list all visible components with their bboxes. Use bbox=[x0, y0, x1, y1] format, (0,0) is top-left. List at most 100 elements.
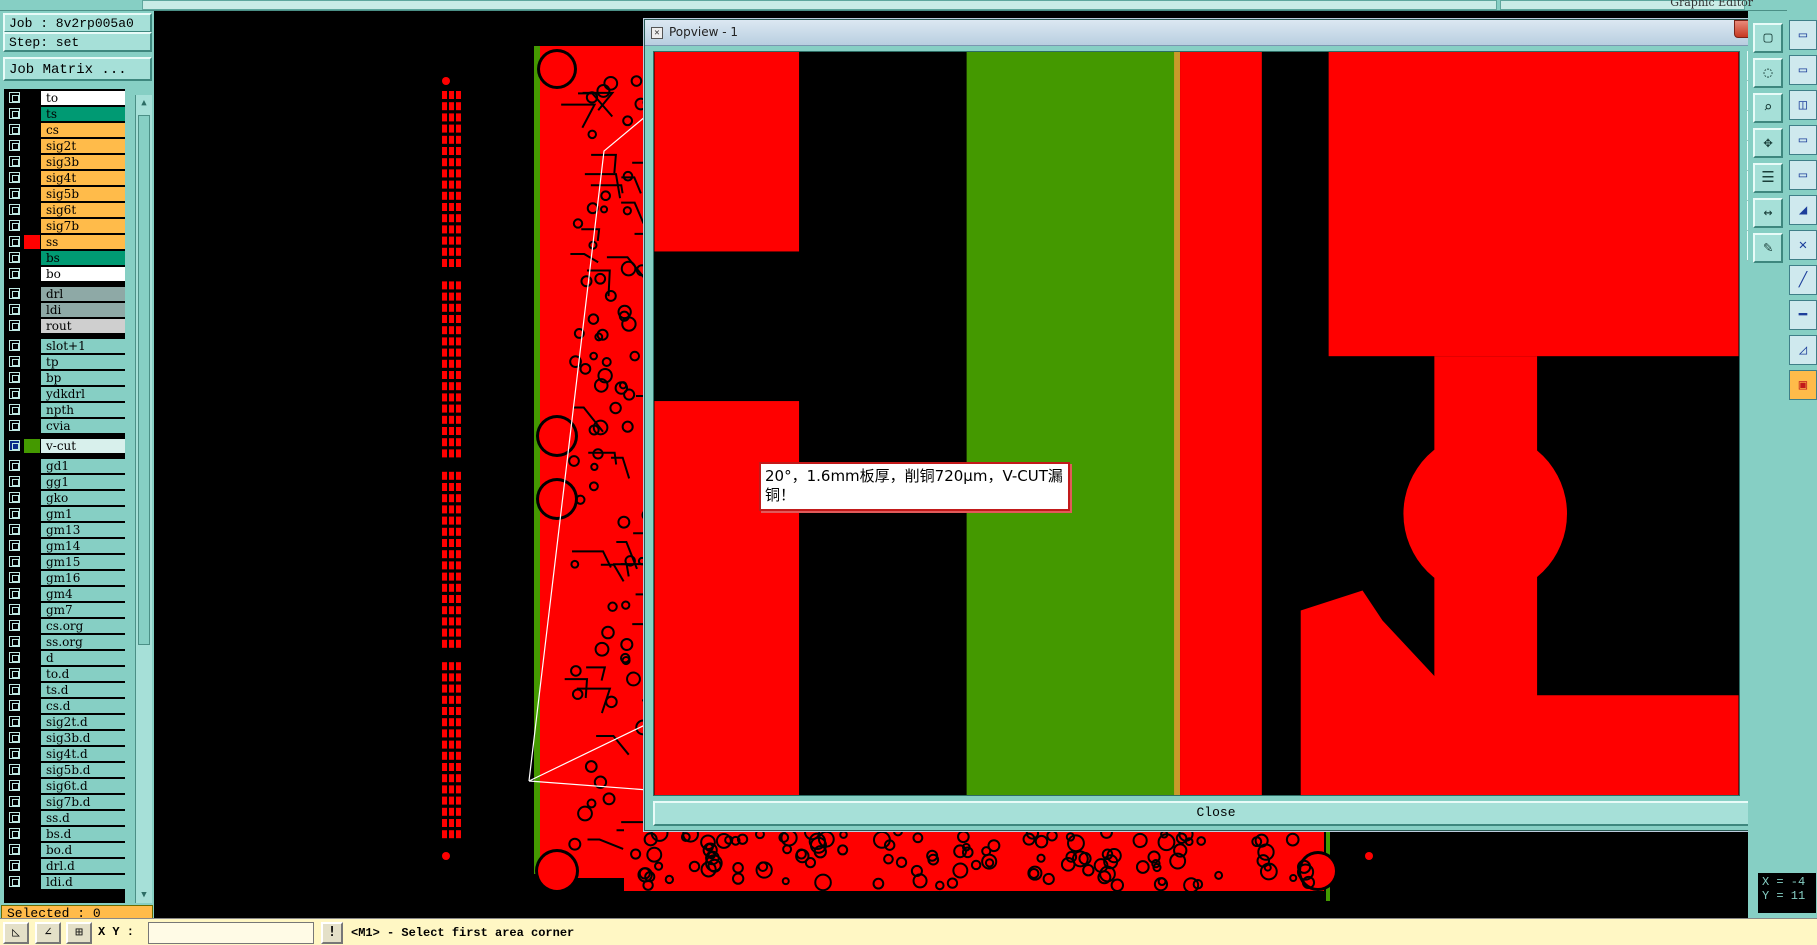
layer-row-cs-d[interactable]: cs.d bbox=[4, 698, 125, 714]
scroll-thumb[interactable] bbox=[138, 115, 150, 645]
layer-row-sig3b[interactable]: sig3b bbox=[4, 154, 125, 170]
layer-checkbox[interactable] bbox=[9, 828, 20, 839]
layer-row-gg1[interactable]: gg1 bbox=[4, 474, 125, 490]
layer-row-gm4[interactable]: gm4 bbox=[4, 586, 125, 602]
layer-row-d[interactable]: d bbox=[4, 650, 125, 666]
layer-row-ss-org[interactable]: ss.org bbox=[4, 634, 125, 650]
warning-icon[interactable]: ! bbox=[321, 922, 343, 944]
layer-row-tp[interactable]: tp bbox=[4, 354, 125, 370]
layer-row-sig2t-d[interactable]: sig2t.d bbox=[4, 714, 125, 730]
layer-row-bo[interactable]: bo bbox=[4, 266, 125, 282]
layer-row-sig7b-d[interactable]: sig7b.d bbox=[4, 794, 125, 810]
layer-checkbox[interactable] bbox=[9, 140, 20, 151]
edge-tool-2-icon[interactable]: ▭ bbox=[1789, 55, 1817, 85]
layer-checkbox[interactable] bbox=[9, 636, 20, 647]
layer-row-sig2t[interactable]: sig2t bbox=[4, 138, 125, 154]
layer-row-bo-d[interactable]: bo.d bbox=[4, 842, 125, 858]
select-tool-icon[interactable]: ◺ bbox=[3, 922, 29, 944]
scroll-down-icon[interactable]: ▼ bbox=[137, 888, 151, 902]
layer-checkbox[interactable] bbox=[9, 492, 20, 503]
scroll-up-icon[interactable]: ▲ bbox=[137, 96, 151, 110]
layer-row-bs-d[interactable]: bs.d bbox=[4, 826, 125, 842]
layer-checkbox[interactable] bbox=[9, 716, 20, 727]
layer-checkbox[interactable] bbox=[9, 812, 20, 823]
popview-canvas[interactable] bbox=[653, 51, 1740, 796]
layer-checkbox[interactable] bbox=[9, 320, 20, 331]
xy-input[interactable] bbox=[148, 922, 314, 944]
layer-row-sig7b[interactable]: sig7b bbox=[4, 218, 125, 234]
layer-row-sig3b-d[interactable]: sig3b.d bbox=[4, 730, 125, 746]
job-matrix-button[interactable]: Job Matrix ... bbox=[3, 57, 152, 81]
layer-row-slot-1[interactable]: slot+1 bbox=[4, 338, 125, 354]
edge-tool-11-icon[interactable]: ▣ bbox=[1789, 370, 1817, 400]
layer-row-ts[interactable]: ts bbox=[4, 106, 125, 122]
layer-checkbox[interactable] bbox=[9, 268, 20, 279]
layer-row-ts-d[interactable]: ts.d bbox=[4, 682, 125, 698]
layer-row-drl[interactable]: drl bbox=[4, 286, 125, 302]
layer-icon[interactable]: ☰ bbox=[1753, 163, 1783, 193]
edge-tool-9-icon[interactable]: ━ bbox=[1789, 300, 1817, 330]
layer-checkbox[interactable] bbox=[9, 156, 20, 167]
layer-row-gm7[interactable]: gm7 bbox=[4, 602, 125, 618]
layer-row-ss-d[interactable]: ss.d bbox=[4, 810, 125, 826]
layer-checkbox[interactable] bbox=[9, 524, 20, 535]
popview-titlebar[interactable]: ✕ Popview - 1 ✕ bbox=[645, 20, 1782, 46]
layer-checkbox[interactable] bbox=[9, 764, 20, 775]
layer-checkbox[interactable] bbox=[9, 204, 20, 215]
edge-tool-7-icon[interactable]: ✕ bbox=[1789, 230, 1817, 260]
layer-checkbox[interactable] bbox=[9, 108, 20, 119]
snap-grid-icon[interactable]: ⊞ bbox=[66, 922, 92, 944]
layer-row-sig4t[interactable]: sig4t bbox=[4, 170, 125, 186]
layer-checkbox[interactable] bbox=[9, 508, 20, 519]
edge-tool-1-icon[interactable]: ▭ bbox=[1789, 20, 1817, 50]
layer-checkbox[interactable] bbox=[9, 540, 20, 551]
close-button[interactable]: Close bbox=[653, 801, 1779, 826]
layer-row-ldi-d[interactable]: ldi.d bbox=[4, 874, 125, 890]
layer-row-gm16[interactable]: gm16 bbox=[4, 570, 125, 586]
layer-checkbox[interactable] bbox=[9, 652, 20, 663]
layer-row-sig4t-d[interactable]: sig4t.d bbox=[4, 746, 125, 762]
layer-row-ydkdrl[interactable]: ydkdrl bbox=[4, 386, 125, 402]
layer-row-to[interactable]: to bbox=[4, 90, 125, 106]
edge-tool-10-icon[interactable]: ◿ bbox=[1789, 335, 1817, 365]
select-icon[interactable]: ▢ bbox=[1753, 23, 1783, 53]
top-scrollbar[interactable] bbox=[142, 0, 1497, 10]
layer-checkbox[interactable] bbox=[9, 684, 20, 695]
layer-row-cvia[interactable]: cvia bbox=[4, 418, 125, 434]
layer-checkbox[interactable] bbox=[9, 388, 20, 399]
layer-row-gm13[interactable]: gm13 bbox=[4, 522, 125, 538]
layer-row-rout[interactable]: rout bbox=[4, 318, 125, 334]
measure-tool-icon[interactable]: ∠ bbox=[35, 922, 61, 944]
layer-checkbox[interactable] bbox=[9, 876, 20, 887]
layer-checkbox[interactable] bbox=[9, 220, 20, 231]
layer-checkbox[interactable] bbox=[9, 620, 20, 631]
edge-tool-4-icon[interactable]: ▭ bbox=[1789, 125, 1817, 155]
layer-checkbox[interactable] bbox=[9, 356, 20, 367]
layer-row-ldi[interactable]: ldi bbox=[4, 302, 125, 318]
layer-checkbox[interactable] bbox=[9, 588, 20, 599]
layer-checkbox[interactable] bbox=[9, 572, 20, 583]
layer-row-gm15[interactable]: gm15 bbox=[4, 554, 125, 570]
edge-tool-8-icon[interactable]: ╱ bbox=[1789, 265, 1817, 295]
layer-row-sig6t[interactable]: sig6t bbox=[4, 202, 125, 218]
layer-checkbox[interactable] bbox=[9, 188, 20, 199]
layer-row-v-cut[interactable]: v-cut bbox=[4, 438, 125, 454]
layer-row-gm1[interactable]: gm1 bbox=[4, 506, 125, 522]
layer-row-to-d[interactable]: to.d bbox=[4, 666, 125, 682]
layer-checkbox[interactable] bbox=[9, 404, 20, 415]
measure-icon[interactable]: ↔ bbox=[1753, 198, 1783, 228]
layer-row-gko[interactable]: gko bbox=[4, 490, 125, 506]
layer-checkbox[interactable] bbox=[9, 372, 20, 383]
layer-checkbox[interactable] bbox=[9, 124, 20, 135]
layer-checkbox[interactable] bbox=[9, 340, 20, 351]
edge-tool-5-icon[interactable]: ▭ bbox=[1789, 160, 1817, 190]
layer-checkbox[interactable] bbox=[9, 236, 20, 247]
layer-checkbox[interactable] bbox=[9, 668, 20, 679]
edge-tool-3-icon[interactable]: ◫ bbox=[1789, 90, 1817, 120]
layer-checkbox[interactable] bbox=[9, 440, 20, 451]
layer-row-bp[interactable]: bp bbox=[4, 370, 125, 386]
layer-list-scrollbar[interactable]: ▲ ▼ bbox=[135, 95, 152, 903]
layer-checkbox[interactable] bbox=[9, 844, 20, 855]
layer-row-sig6t-d[interactable]: sig6t.d bbox=[4, 778, 125, 794]
layer-checkbox[interactable] bbox=[9, 556, 20, 567]
